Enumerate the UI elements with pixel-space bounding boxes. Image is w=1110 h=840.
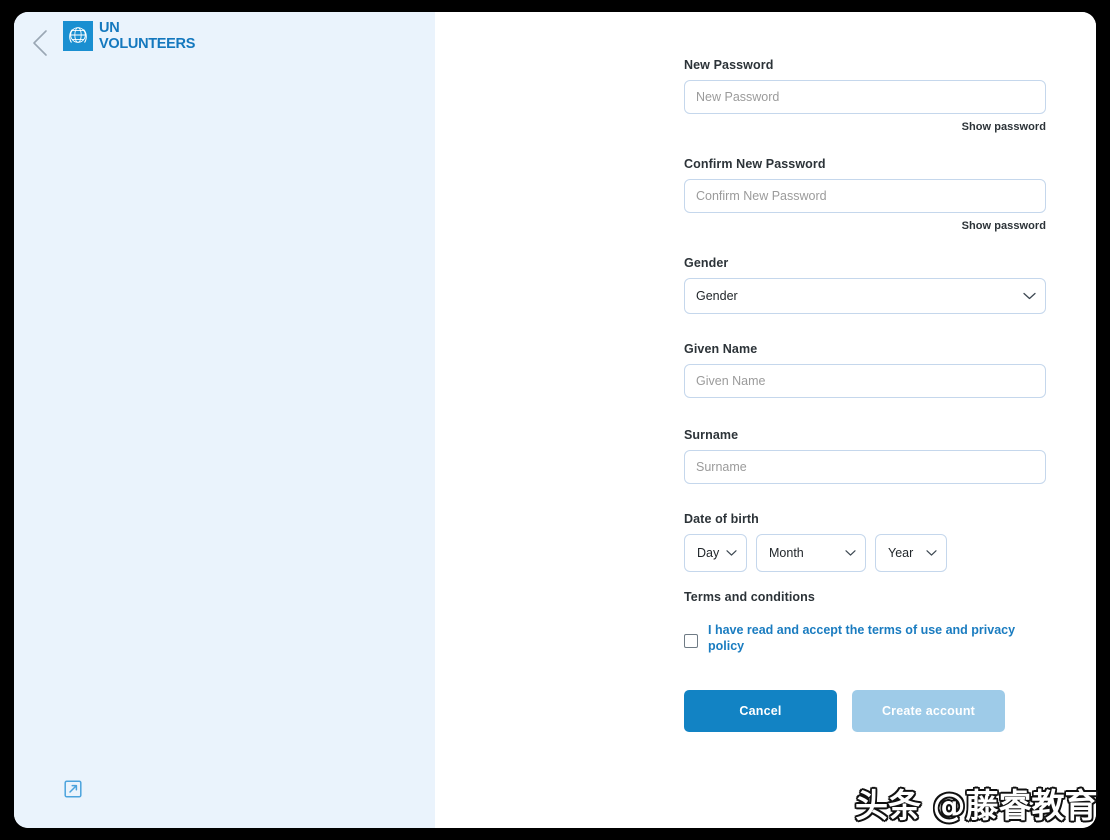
dob-day-select[interactable]: Day xyxy=(684,534,747,572)
un-emblem-icon xyxy=(63,21,93,51)
chevron-left-icon xyxy=(33,30,47,56)
field-date-of-birth: Date of birth Day Month Year xyxy=(684,512,1046,572)
field-confirm-password: Confirm New Password Show password xyxy=(684,157,1046,232)
show-password-confirm-link[interactable]: Show password xyxy=(684,220,1046,232)
gender-select-value: Gender xyxy=(684,278,1046,314)
dob-year-value: Year xyxy=(875,534,947,572)
external-link-button[interactable] xyxy=(64,780,82,798)
form-actions: Cancel Create account xyxy=(684,690,1046,732)
confirm-password-label: Confirm New Password xyxy=(684,157,826,171)
sidebar: UN VOLUNTEERS xyxy=(14,12,435,828)
brand-wordmark: UN VOLUNTEERS xyxy=(99,21,195,51)
cancel-button[interactable]: Cancel xyxy=(684,690,837,732)
brand-line-2: VOLUNTEERS xyxy=(99,35,196,52)
dob-month-value: Month xyxy=(756,534,866,572)
date-of-birth-label: Date of birth xyxy=(684,512,759,526)
terms-row: I have read and accept the terms of use … xyxy=(684,616,1046,654)
field-surname: Surname xyxy=(684,428,1046,484)
terms-checkbox[interactable] xyxy=(684,634,698,648)
new-password-label: New Password xyxy=(684,58,774,72)
registration-form: New Password Show password Confirm New P… xyxy=(684,12,1046,732)
app-window: UN VOLUNTEERS New Password Show password xyxy=(14,12,1096,828)
terms-link[interactable]: I have read and accept the terms of use … xyxy=(708,622,1033,654)
gender-label: Gender xyxy=(684,256,729,270)
terms-label: Terms and conditions xyxy=(684,590,815,604)
back-button[interactable] xyxy=(26,26,54,60)
external-link-icon xyxy=(64,780,82,798)
dob-month-select[interactable]: Month xyxy=(756,534,866,572)
field-new-password: New Password Show password xyxy=(684,58,1046,133)
dob-day-value: Day xyxy=(684,534,747,572)
gender-select[interactable]: Gender xyxy=(684,278,1046,314)
given-name-label: Given Name xyxy=(684,342,758,356)
brand-line-1: UN xyxy=(99,20,120,36)
field-terms: Terms and conditions I have read and acc… xyxy=(684,590,1046,654)
surname-label: Surname xyxy=(684,428,739,442)
given-name-input[interactable] xyxy=(684,364,1046,398)
surname-input[interactable] xyxy=(684,450,1046,484)
field-given-name: Given Name xyxy=(684,342,1046,398)
confirm-password-input[interactable] xyxy=(684,179,1046,213)
date-of-birth-row: Day Month Year xyxy=(684,534,1046,572)
show-password-new-link[interactable]: Show password xyxy=(684,121,1046,133)
brand-logo[interactable]: UN VOLUNTEERS xyxy=(63,21,195,51)
submit-button[interactable]: Create account xyxy=(852,690,1005,732)
main-content: New Password Show password Confirm New P… xyxy=(435,12,1096,828)
new-password-input[interactable] xyxy=(684,80,1046,114)
dob-year-select[interactable]: Year xyxy=(875,534,947,572)
field-gender: Gender Gender xyxy=(684,256,1046,314)
